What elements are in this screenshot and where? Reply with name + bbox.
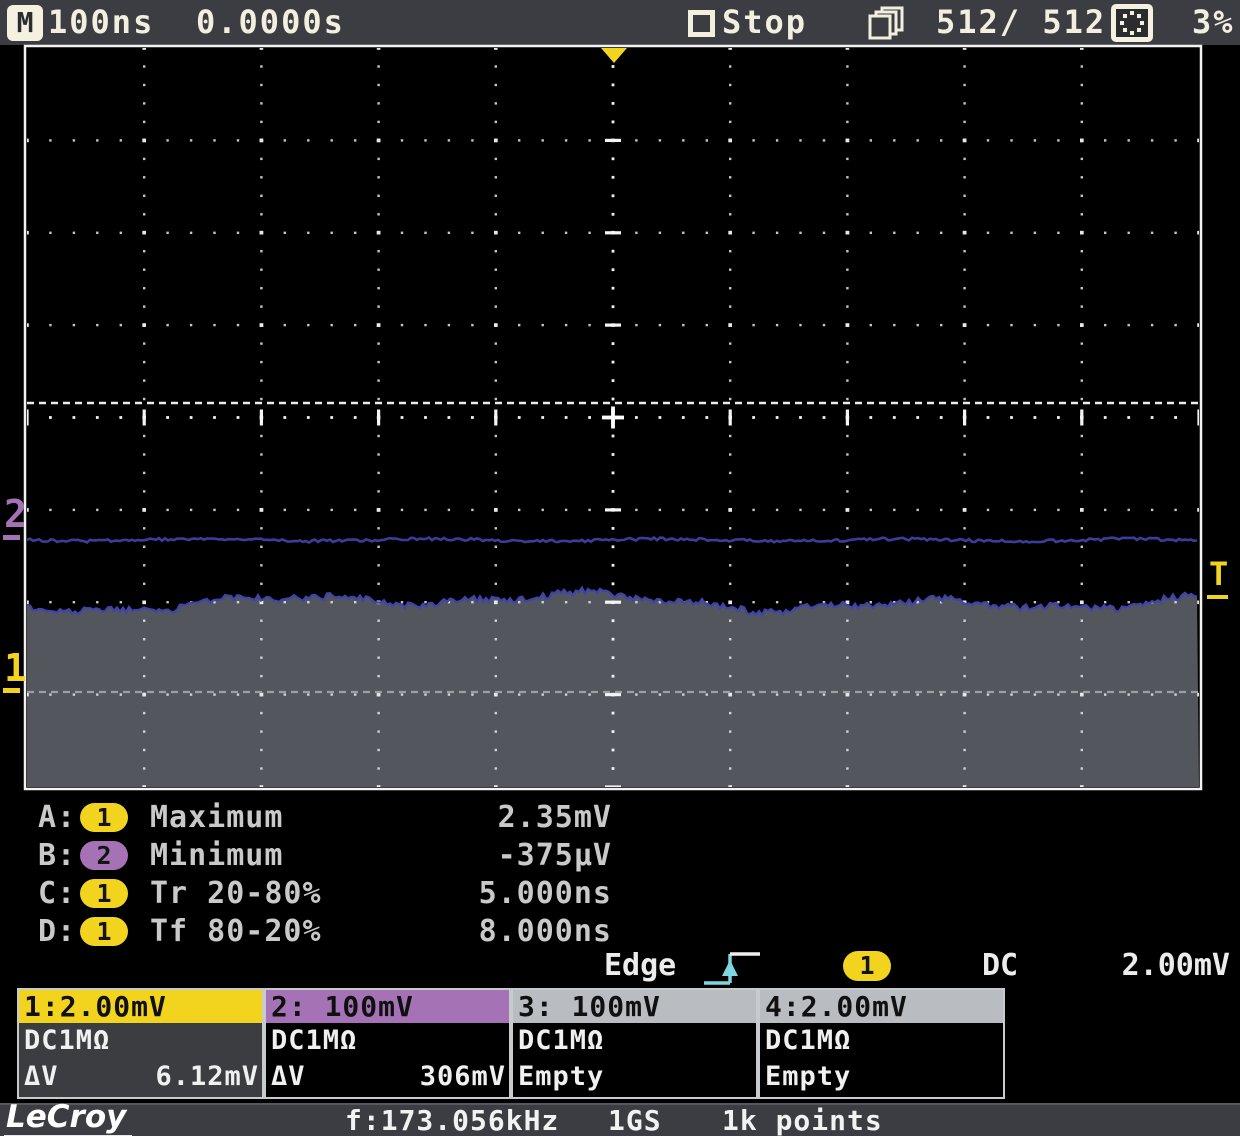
trigger-level-dash (1207, 595, 1228, 599)
measurement-slot-label: C: (38, 876, 76, 912)
channel-badge: 1 (80, 917, 128, 946)
trigger-level-marker[interactable]: T (1209, 556, 1228, 592)
record-length-readout: 1k points (722, 1105, 883, 1136)
ch1-zero-dash (3, 688, 20, 693)
ch1-fill (27, 588, 1199, 787)
measurement-slot-label: A: (38, 800, 76, 836)
measurement-row-c: C: 1 Tr 20-80% 5.000ns (0, 876, 700, 912)
brand-logo: LeCroy (4, 1099, 132, 1136)
channel-extra-label: ΔV (24, 1061, 59, 1092)
channel-header[interactable]: 1:2.00mV (19, 990, 262, 1023)
ch2-zero-dash (3, 535, 20, 540)
channel-extra-value: 6.12mV (155, 1061, 259, 1092)
measurement-value: 5.000ns (380, 876, 612, 912)
channel-header[interactable]: 2: 100mV (266, 990, 509, 1023)
measurement-name: Maximum (150, 800, 283, 836)
trigger-source-badge[interactable]: 1 (843, 951, 891, 981)
channel-header[interactable]: 4:2.00mV (760, 990, 1003, 1023)
channel-box-2[interactable]: 2: 100mV DC1MΩ ΔV 306mV (264, 988, 511, 1099)
channel-coupling: DC1MΩ (271, 1025, 357, 1056)
measurement-row-a: A: 1 Maximum 2.35mV (0, 800, 700, 836)
frequency-readout: f:173.056kHz (345, 1105, 559, 1136)
channel-badge: 2 (80, 841, 128, 870)
measurement-slot-label: B: (38, 838, 76, 874)
channel-header[interactable]: 3: 100mV (513, 990, 756, 1023)
channel-extra-label: Empty (765, 1061, 851, 1092)
edge-trigger-icon (700, 948, 766, 988)
bottom-status-bar: LeCroy f:173.056kHz 1GS 1k points (0, 1103, 1240, 1136)
channel-coupling: DC1MΩ (518, 1025, 604, 1056)
channel-box-1[interactable]: 1:2.00mV DC1MΩ ΔV 6.12mV (17, 988, 264, 1099)
channel-box-4[interactable]: 4:2.00mV DC1MΩ Empty (758, 988, 1005, 1099)
trigger-level-value[interactable]: 2.00mV (1000, 948, 1230, 983)
measurement-slot-label: D: (38, 914, 76, 950)
channel-coupling: DC1MΩ (24, 1025, 110, 1056)
measurement-value: 2.35mV (380, 800, 612, 836)
channel-badge: 1 (80, 879, 128, 908)
channel-extra-value: 306mV (420, 1061, 506, 1092)
channel-extra-label: ΔV (271, 1061, 306, 1092)
measurement-row-d: D: 1 Tf 80-20% 8.000ns (0, 914, 700, 950)
channel-box-3[interactable]: 3: 100mV DC1MΩ Empty (511, 988, 758, 1099)
waveform-display (0, 0, 1240, 800)
measurement-row-b: B: 2 Minimum -375µV (0, 838, 700, 874)
channel-extra-label: Empty (518, 1061, 604, 1092)
oscilloscope-screen: M 100ns 0.0000s Stop 512/ 512 (0, 0, 1240, 1136)
measurement-name: Minimum (150, 838, 283, 874)
measurement-name: Tf 80-20% (150, 914, 322, 950)
channel-coupling: DC1MΩ (765, 1025, 851, 1056)
measurement-value: -375µV (380, 838, 612, 874)
trigger-type[interactable]: Edge (604, 948, 676, 983)
trigger-summary-row[interactable]: Edge 1 DC 2.00mV (0, 948, 1240, 986)
ch1-zero-marker[interactable]: 1 (4, 650, 27, 686)
sample-rate-readout: 1GS (608, 1105, 662, 1136)
measurement-name: Tr 20-80% (150, 876, 322, 912)
ch2-zero-marker[interactable]: 2 (4, 496, 27, 532)
channel-badge: 1 (80, 803, 128, 832)
measurement-value: 8.000ns (380, 914, 612, 950)
